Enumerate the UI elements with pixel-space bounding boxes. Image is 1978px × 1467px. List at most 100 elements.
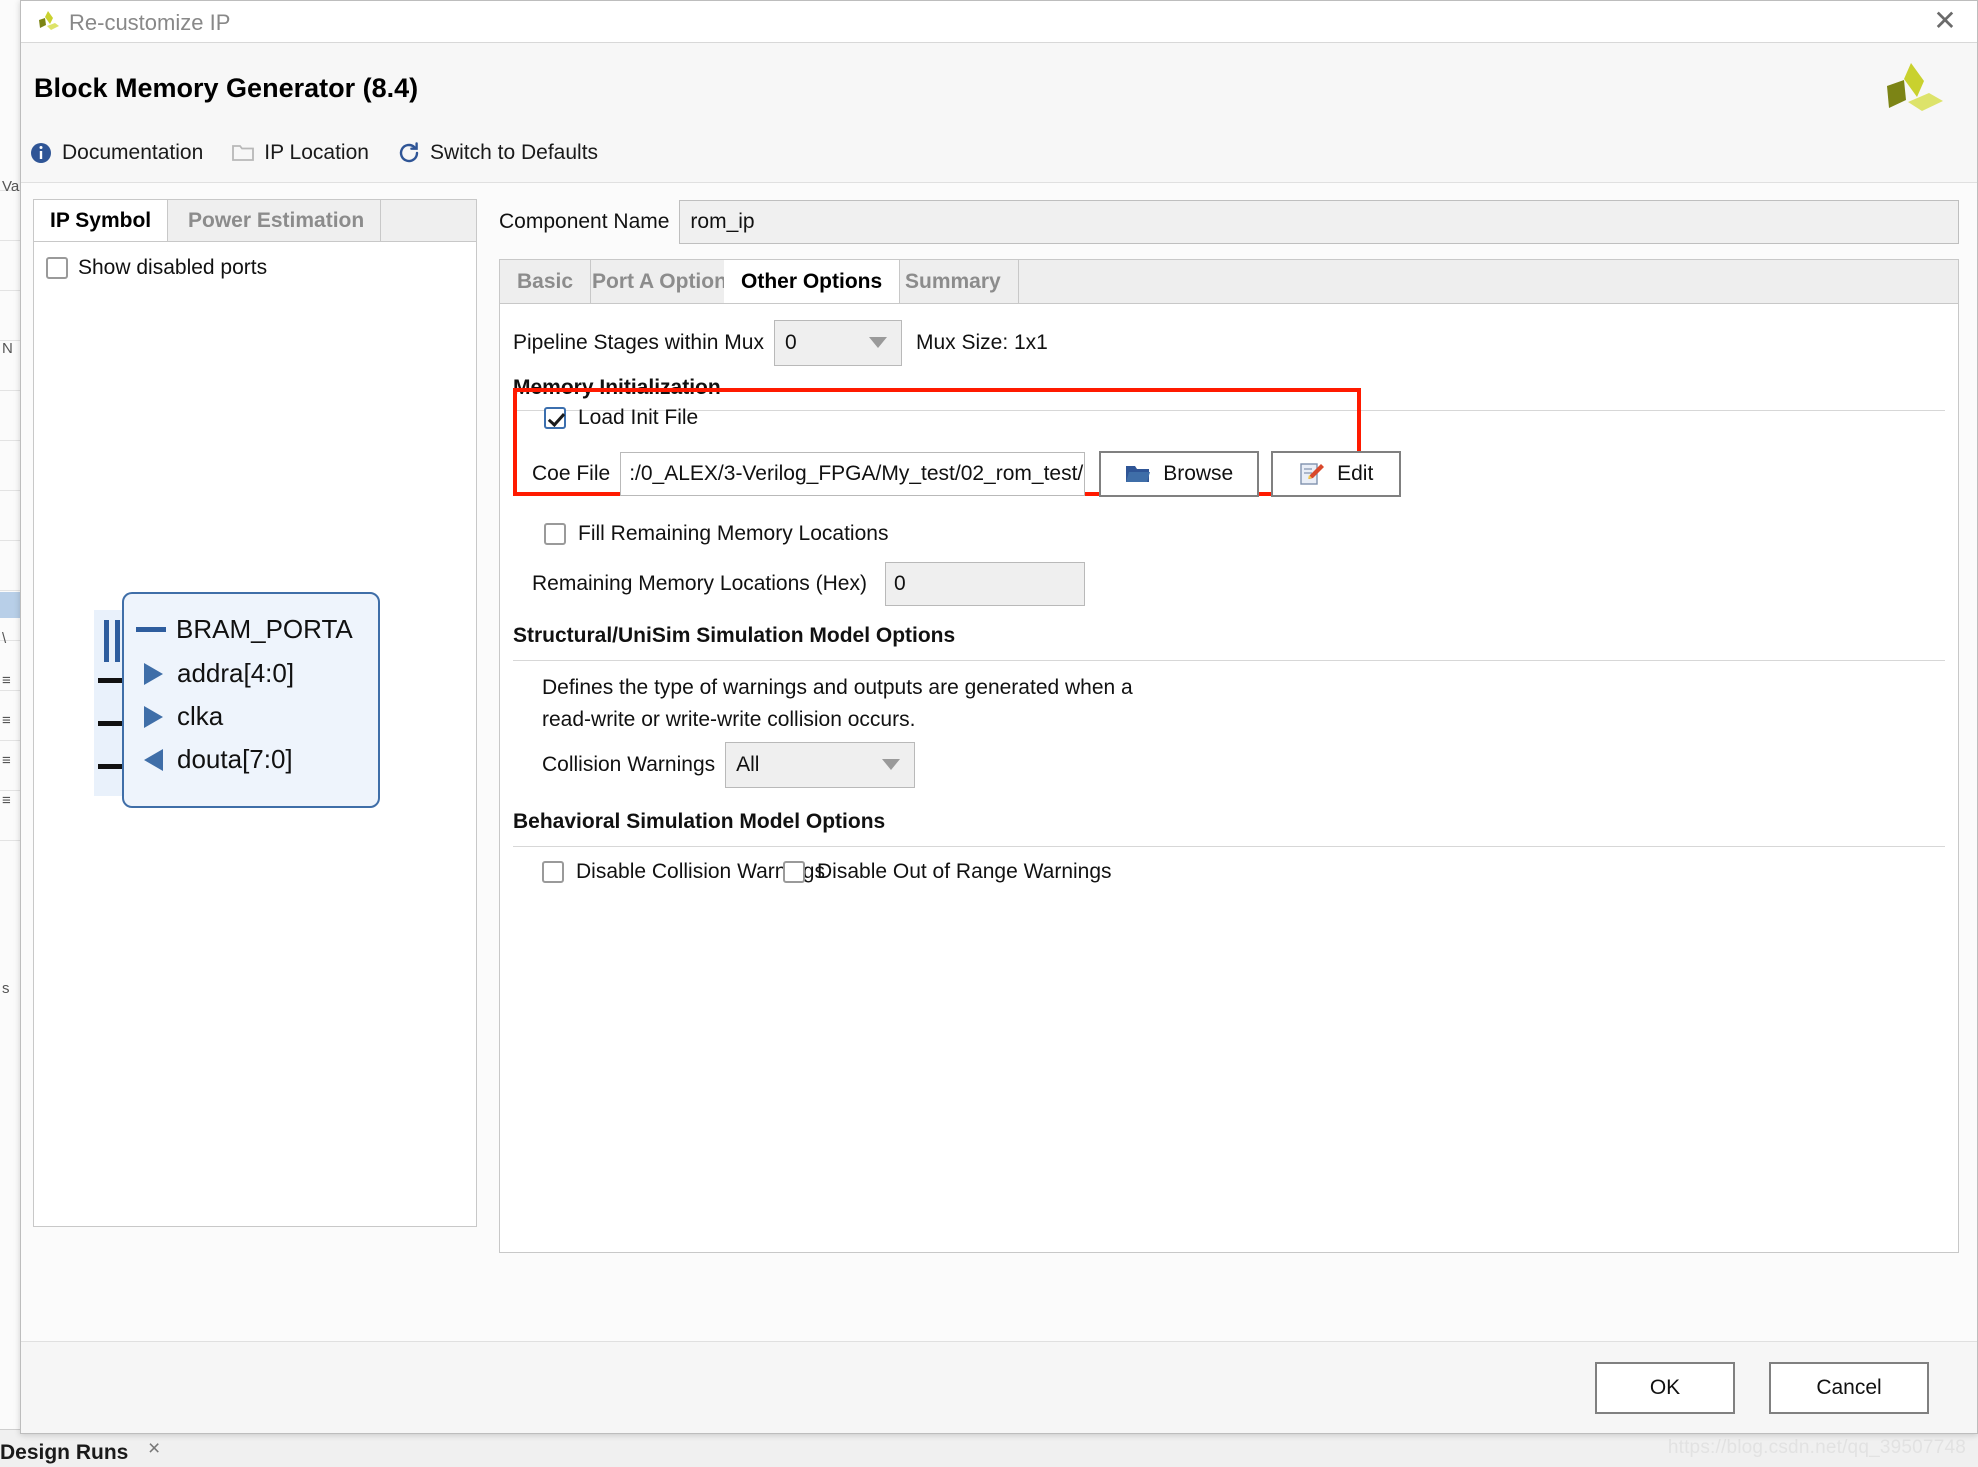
structural-options-rule [513,660,1945,661]
documentation-label: Documentation [62,141,203,165]
xilinx-brand-logo-icon [1877,59,1947,121]
collision-warnings-value: All [736,753,759,777]
bram-port-clka: clka [136,701,223,732]
tab-other-options-label: Other Options [741,270,882,294]
disable-out-of-range-warnings-row[interactable]: Disable Out of Range Warnings [783,860,1112,884]
bram-block-title: BRAM_PORTA [176,614,353,645]
options-panel: Component Name rom_ip Basic Port A Optio… [499,199,1959,1253]
show-disabled-ports-label: Show disabled ports [78,256,267,280]
options-tabstrip: Basic Port A Options Other Options Summa… [499,259,1959,303]
tab-port-a-options-label: Port A Options [592,270,739,294]
load-init-file-label: Load Init File [578,406,698,430]
dialog-footer: OK Cancel [21,1341,1977,1433]
edit-pencil-icon [1299,462,1325,486]
dialog-header: Block Memory Generator (8.4) Documentati… [21,43,1977,183]
structural-description-line1: Defines the type of warnings and outputs… [542,672,1133,704]
left-tabstrip: IP Symbol Power Estimation [33,199,477,241]
tab-ip-symbol-label: IP Symbol [50,209,151,233]
remaining-locations-row: Remaining Memory Locations (Hex) 0 [532,562,1085,606]
bg-label-0: Va [2,178,19,195]
coe-file-row: Coe File :/0_ALEX/3-Verilog_FPGA/My_test… [532,451,1401,497]
bg-label-7: s [2,980,10,997]
tab-power-estimation[interactable]: Power Estimation [172,200,381,242]
remaining-locations-label: Remaining Memory Locations (Hex) [532,572,867,596]
bram-bus-stub-2 [115,620,120,662]
coe-file-label: Coe File [532,462,610,486]
watermark-text: https://blog.csdn.net/qq_39507748 [1668,1437,1966,1459]
documentation-button[interactable]: Documentation [29,141,203,165]
cancel-button[interactable]: Cancel [1769,1362,1929,1414]
tab-power-estimation-label: Power Estimation [188,209,364,233]
output-arrow-icon [144,749,163,771]
bram-port-addra-label: addra[4:0] [177,658,294,689]
browse-button[interactable]: Browse [1099,451,1259,497]
fill-remaining-label: Fill Remaining Memory Locations [578,522,888,546]
dialog-toolbar: Documentation IP Location Switch to Defa… [29,141,626,165]
structural-options-title: Structural/UniSim Simulation Model Optio… [513,624,955,648]
ip-symbol-panel: IP Symbol Power Estimation Show disabled… [33,199,477,1227]
input-arrow-icon [144,663,163,685]
bram-port-douta-label: douta[7:0] [177,744,293,775]
tab-other-options[interactable]: Other Options [724,260,900,304]
tab-summary-label: Summary [905,270,1001,294]
collision-warnings-label: Collision Warnings [542,753,715,777]
load-init-file-checkbox[interactable] [544,407,566,429]
dialog-body: IP Symbol Power Estimation Show disabled… [21,183,1977,1341]
ip-location-label: IP Location [264,141,369,165]
switch-to-defaults-button[interactable]: Switch to Defaults [397,141,598,165]
cancel-button-label: Cancel [1816,1376,1881,1400]
edit-button[interactable]: Edit [1271,451,1401,497]
fill-remaining-checkbox[interactable] [544,523,566,545]
page-title: Block Memory Generator (8.4) [34,73,418,104]
edit-button-label: Edit [1337,462,1373,486]
bram-port-addra: addra[4:0] [136,658,294,689]
collision-warnings-select[interactable]: All [725,742,915,788]
chevron-down-icon [882,759,900,770]
design-runs-close-icon[interactable]: × [148,1437,160,1461]
ok-button-label: OK [1650,1376,1680,1400]
bram-bus-stub-1 [104,620,109,662]
remaining-locations-input[interactable]: 0 [885,562,1085,606]
bram-port-douta: douta[7:0] [136,744,293,775]
browse-button-label: Browse [1163,462,1233,486]
bg-label-2: \ [2,630,6,647]
show-disabled-ports-checkbox[interactable] [46,257,68,279]
disable-collision-warnings-checkbox[interactable] [542,861,564,883]
structural-description-line2: read-write or write-write collision occu… [542,704,915,736]
other-options-content: Pipeline Stages within Mux 0 Mux Size: 1… [499,303,1959,1253]
close-icon[interactable]: ✕ [1929,6,1961,36]
bg-label-5: ≡ [2,752,11,769]
dialog-titlebar: Re-customize IP ✕ [21,1,1977,43]
tab-basic-label: Basic [517,270,573,294]
show-disabled-ports-row[interactable]: Show disabled ports [46,256,267,280]
bg-label-3: ≡ [2,672,11,689]
tab-summary[interactable]: Summary [888,260,1019,304]
pipeline-stages-row: Pipeline Stages within Mux 0 Mux Size: 1… [513,320,1048,366]
bg-label-6: ≡ [2,792,11,809]
disable-out-of-range-warnings-checkbox[interactable] [783,861,805,883]
bram-bus-dash-icon [136,627,166,632]
component-name-input[interactable]: rom_ip [679,200,1959,244]
bram-block: BRAM_PORTA addra[4:0] clka douta[7: [122,592,380,808]
ok-button[interactable]: OK [1595,1362,1735,1414]
ip-symbol-canvas: Show disabled ports BRAM_PORTA [33,241,477,1227]
info-icon [29,141,53,165]
component-name-label: Component Name [499,210,669,234]
ip-location-button[interactable]: IP Location [231,141,369,165]
fill-remaining-row[interactable]: Fill Remaining Memory Locations [544,522,888,546]
coe-file-input[interactable]: :/0_ALEX/3-Verilog_FPGA/My_test/02_rom_t… [620,452,1085,496]
refresh-icon [397,141,421,165]
pipeline-stages-select[interactable]: 0 [774,320,902,366]
behavioral-options-rule [513,846,1945,847]
xilinx-logo-icon [35,9,61,35]
pipeline-stages-label: Pipeline Stages within Mux [513,331,764,355]
tab-ip-symbol[interactable]: IP Symbol [34,200,168,242]
design-runs-tab-label[interactable]: Design Runs [0,1441,128,1465]
collision-warnings-row: Collision Warnings All [542,742,915,788]
dialog-title: Re-customize IP [69,10,230,36]
re-customize-ip-dialog: Re-customize IP ✕ Block Memory Generator… [20,0,1978,1434]
pipeline-stages-value: 0 [785,331,797,355]
load-init-file-row[interactable]: Load Init File [544,406,698,430]
bram-port-clka-label: clka [177,701,223,732]
bram-block-title-row: BRAM_PORTA [136,614,353,645]
